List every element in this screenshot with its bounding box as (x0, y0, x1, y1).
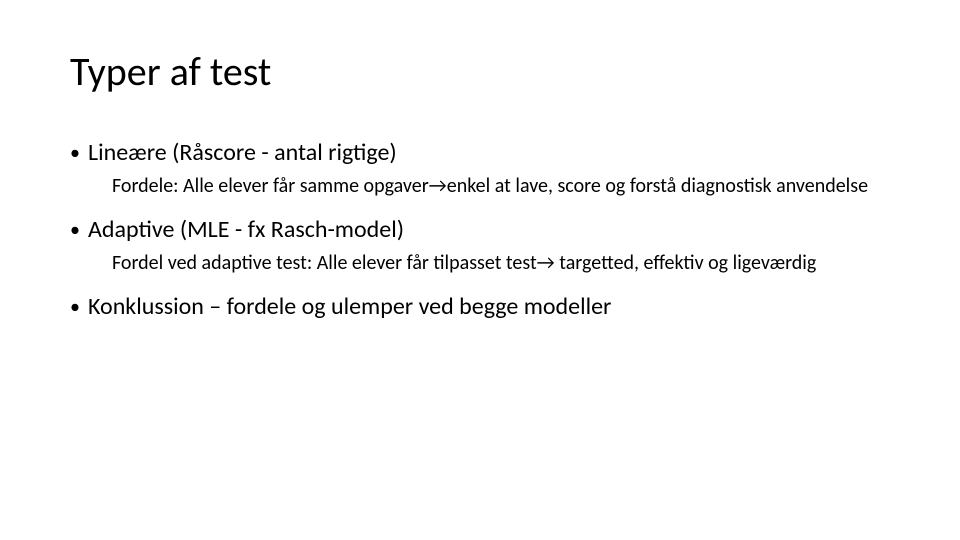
slide-title: Typer af test (70, 50, 890, 94)
bullet-dot-icon: • (70, 215, 88, 245)
bullet-item: • Lineære (Råscore - antal rigtige) (70, 138, 890, 168)
bullet-dot-icon: • (70, 138, 88, 168)
bullet-subtext: Fordele: Alle elever får samme opgaver→e… (112, 174, 890, 199)
bullet-item: • Konklussion – fordele og ulemper ved b… (70, 292, 890, 322)
bullet-subtext: Fordel ved adaptive test: Alle elever få… (112, 251, 890, 276)
bullet-text: Adaptive (MLE - fx Rasch-model) (88, 215, 890, 245)
slide: Typer af test • Lineære (Råscore - antal… (0, 0, 960, 540)
bullet-item: • Adaptive (MLE - fx Rasch-model) (70, 215, 890, 245)
slide-content: • Lineære (Råscore - antal rigtige) Ford… (70, 138, 890, 322)
bullet-dot-icon: • (70, 292, 88, 322)
bullet-text: Konklussion – fordele og ulemper ved beg… (88, 292, 890, 322)
bullet-text: Lineære (Råscore - antal rigtige) (88, 138, 890, 168)
